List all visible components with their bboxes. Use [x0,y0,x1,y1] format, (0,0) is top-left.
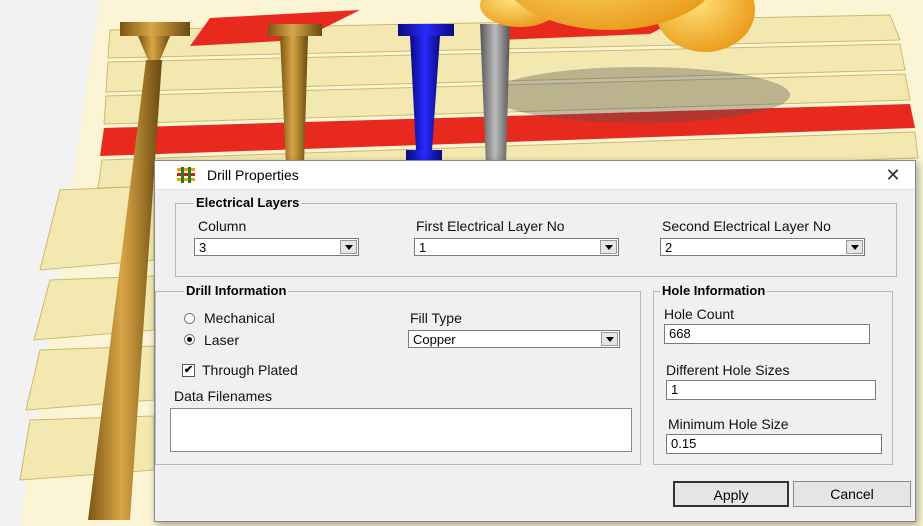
mechanical-radio[interactable] [184,313,195,324]
first-layer-value: 1 [419,240,427,255]
drill-properties-icon [177,167,195,183]
first-layer-label: First Electrical Layer No [416,218,565,234]
through-plated-checkbox[interactable]: ✔ [182,364,195,377]
chevron-down-icon[interactable] [846,240,863,254]
hole-count-field[interactable]: 668 [664,324,870,344]
electrical-layers-group: Electrical Layers Column 3 First Electri… [175,195,897,277]
drill-information-group: Drill Information Mechanical Laser Fill … [155,283,641,465]
first-layer-select[interactable]: 1 [414,238,619,256]
data-filenames-label: Data Filenames [174,388,273,404]
hole-information-group: Hole Information Hole Count 668 Differen… [653,283,893,465]
chevron-down-icon[interactable] [340,240,357,254]
different-hole-sizes-field[interactable]: 1 [666,380,876,400]
dialog-titlebar[interactable]: Drill Properties ✕ [155,161,915,190]
apply-button[interactable]: Apply [673,481,789,507]
laser-label[interactable]: Laser [204,332,239,348]
minimum-hole-size-label: Minimum Hole Size [668,416,789,432]
hole-information-title: Hole Information [660,283,768,298]
laser-radio[interactable] [184,334,195,345]
second-layer-value: 2 [665,240,673,255]
dialog-title: Drill Properties [207,167,299,183]
second-layer-label: Second Electrical Layer No [662,218,831,234]
column-label: Column [198,218,247,234]
drill-information-title: Drill Information [184,283,289,298]
mechanical-label[interactable]: Mechanical [204,310,275,326]
fill-type-label: Fill Type [410,310,462,326]
cancel-button[interactable]: Cancel [793,481,911,507]
different-hole-sizes-label: Different Hole Sizes [666,362,790,378]
data-filenames-field[interactable] [170,408,632,452]
through-plated-label[interactable]: Through Plated [202,362,298,378]
chevron-down-icon[interactable] [601,332,618,346]
chevron-down-icon[interactable] [600,240,617,254]
fill-type-value: Copper [413,332,456,347]
fill-type-select[interactable]: Copper [408,330,620,348]
column-value: 3 [199,240,207,255]
drill-properties-dialog: Drill Properties ✕ Electrical Layers Col… [154,160,916,522]
hole-count-label: Hole Count [664,306,735,322]
column-select[interactable]: 3 [194,238,359,256]
electrical-layers-title: Electrical Layers [194,195,302,210]
close-icon[interactable]: ✕ [881,163,905,187]
second-layer-select[interactable]: 2 [660,238,865,256]
minimum-hole-size-field[interactable]: 0.15 [666,434,882,454]
